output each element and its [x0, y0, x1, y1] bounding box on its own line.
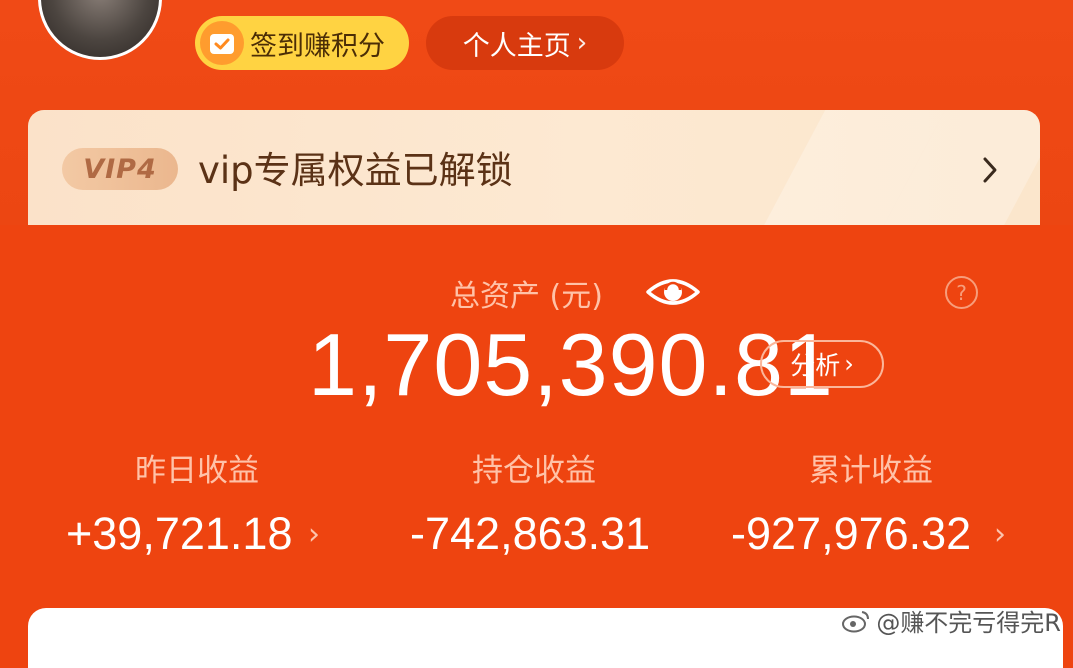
watermark-text: @赚不完亏得完R [876, 609, 1061, 637]
checkin-button[interactable]: 签到赚积分 [195, 16, 409, 70]
asset-panel: 总资产 (元) ? 1,705,390.81 分析 › 昨日收益 持仓收益 累计… [0, 225, 1073, 643]
calendar-check-icon [200, 21, 244, 65]
weibo-icon [842, 609, 870, 633]
analyze-button[interactable]: 分析 › [760, 340, 884, 388]
cumulative-income-value[interactable]: -927,976.32 [731, 511, 971, 556]
watermark: @赚不完亏得完R [842, 603, 1061, 638]
chevron-right-icon[interactable]: › [994, 517, 1006, 552]
holding-income-label: 持仓收益 [472, 453, 596, 489]
cumulative-income-label: 累计收益 [809, 453, 933, 489]
profile-label: 个人主页 [462, 30, 571, 62]
chevron-right-icon: › [576, 28, 588, 58]
vip-text: vip专属权益已解锁 [198, 149, 513, 192]
chevron-right-icon[interactable]: › [308, 517, 320, 552]
checkin-label: 签到赚积分 [250, 30, 385, 62]
question-circle-icon[interactable]: ? [945, 276, 978, 309]
vip-banner[interactable]: VIP4 vip专属权益已解锁 [28, 110, 1040, 242]
yesterday-income-label: 昨日收益 [135, 453, 259, 489]
yesterday-income-value[interactable]: +39,721.18 [66, 511, 292, 556]
profile-button[interactable]: 个人主页 › [426, 16, 624, 70]
total-assets-value: 1,705,390.81 [308, 315, 834, 414]
chevron-right-icon[interactable] [970, 150, 1010, 190]
vip-badge: VIP4 [62, 148, 178, 190]
analyze-label: 分析 [790, 351, 841, 380]
holding-income-value[interactable]: -742,863.31 [410, 511, 650, 556]
chevron-right-icon: › [844, 350, 854, 378]
eye-icon[interactable] [644, 272, 702, 312]
total-assets-label: 总资产 (元) [450, 279, 603, 314]
